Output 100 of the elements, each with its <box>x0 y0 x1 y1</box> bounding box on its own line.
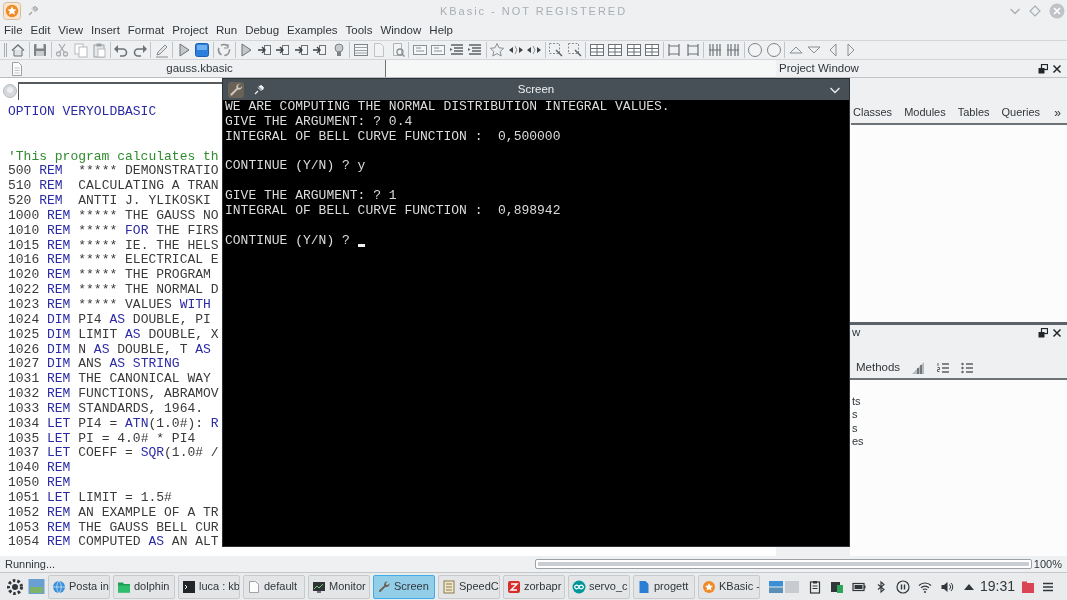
overlapping-squares-icon[interactable] <box>1038 63 1048 74</box>
task-button[interactable]: default <box>243 574 305 599</box>
menu-item[interactable]: Format <box>127 22 165 40</box>
task-button[interactable]: SpeedC <box>438 574 500 599</box>
form-icon[interactable] <box>430 42 447 58</box>
circle-icon[interactable] <box>765 42 782 58</box>
code-line: 1035 LET PI = 4.0# * PI4 <box>8 431 196 447</box>
wrench-icon[interactable] <box>228 81 244 98</box>
task-button[interactable]: servo_c <box>568 574 630 599</box>
table-icon[interactable] <box>607 42 624 58</box>
indent-icon[interactable] <box>467 42 484 58</box>
task-button[interactable]: Screen <box>373 574 435 599</box>
star-badge-icon[interactable] <box>3 2 21 20</box>
clipboard-icon[interactable] <box>808 579 822 594</box>
landscape-tile-icon[interactable] <box>28 578 45 595</box>
table-icon[interactable] <box>625 42 642 58</box>
tab[interactable]: Tables <box>955 102 992 123</box>
folder-icon[interactable] <box>1021 579 1036 594</box>
pencil-icon[interactable] <box>153 42 170 58</box>
list-item[interactable]: s <box>852 408 858 422</box>
spacing-icon[interactable] <box>706 42 723 58</box>
numbered-list-icon[interactable] <box>936 360 951 375</box>
window-icon[interactable] <box>352 42 369 58</box>
terminal-line: WE ARE COMPUTING THE NORMAL DISTRIBUTION INTEGRAL VALUES. <box>225 100 670 115</box>
bar-steps-icon[interactable] <box>911 360 926 375</box>
list-item[interactable]: s <box>852 421 858 435</box>
menu-item[interactable]: File <box>4 22 23 40</box>
document-tab[interactable]: gauss.kbasic <box>34 60 386 77</box>
menu-item[interactable]: Examples <box>287 22 338 40</box>
gear-icon[interactable] <box>5 576 25 597</box>
table-icon[interactable] <box>644 42 661 58</box>
close-icon[interactable] <box>1052 63 1062 74</box>
code-line: 1015 REM ***** IE. THE HELS <box>8 238 219 254</box>
close-icon[interactable] <box>1052 328 1062 338</box>
menu-item[interactable]: Run <box>216 22 238 40</box>
clock[interactable]: 19:31 <box>980 576 1016 597</box>
dock-title: Project Window <box>779 60 859 76</box>
pager-icon[interactable] <box>768 579 800 594</box>
star-icon[interactable] <box>489 42 506 58</box>
dashed-box-icon[interactable] <box>548 42 565 58</box>
arrow-into-box-icon[interactable] <box>312 42 329 58</box>
stop-icon[interactable] <box>194 42 211 58</box>
wifi-icon[interactable] <box>918 579 932 594</box>
task-button[interactable]: Posta in <box>48 574 110 599</box>
menu-item[interactable]: View <box>58 22 84 40</box>
menu-item[interactable]: Help <box>429 22 453 40</box>
code-line: 1051 LET LIMIT = 1.5# <box>8 490 172 506</box>
tab[interactable]: Classes <box>851 102 895 123</box>
house-icon[interactable] <box>10 42 27 58</box>
globe-icon <box>52 579 66 594</box>
task-button[interactable]: dolphin <box>113 574 175 599</box>
input-field[interactable] <box>18 82 222 100</box>
menu-item[interactable]: Edit <box>30 22 51 40</box>
toolbar-label[interactable]: Methods <box>856 358 901 377</box>
spacing-icon[interactable] <box>725 42 742 58</box>
code-line: 1026 DIM N AS DOUBLE, T AS <box>8 342 211 358</box>
clipboard-icon[interactable] <box>91 42 108 58</box>
floppy-icon[interactable] <box>32 42 49 58</box>
task-button[interactable]: progett <box>633 574 695 599</box>
menu-item[interactable]: Tools <box>345 22 373 40</box>
refresh-icon[interactable] <box>216 42 233 58</box>
task-button[interactable]: luca : kb <box>178 574 240 599</box>
volume-icon[interactable] <box>940 579 954 594</box>
code-line: 1023 REM ***** VALUES WITH <box>8 297 211 313</box>
alignment-icon[interactable] <box>684 42 701 58</box>
code-line: 1050 REM <box>8 476 71 491</box>
window-title: Screen <box>517 81 555 97</box>
table-icon[interactable] <box>588 42 605 58</box>
menu-item[interactable]: Insert <box>91 22 120 40</box>
redo-icon[interactable] <box>131 42 148 58</box>
arrow-into-box-icon[interactable] <box>275 42 292 58</box>
task-button[interactable]: zorbapr <box>503 574 565 599</box>
tab-scroll-arrows[interactable]: » <box>1054 103 1061 122</box>
menu-item[interactable]: Debug <box>245 22 280 40</box>
arrow-into-box-icon[interactable] <box>256 42 273 58</box>
overlapping-squares-icon[interactable] <box>1038 328 1048 338</box>
star-badge-icon <box>702 579 716 594</box>
device-icon[interactable] <box>830 579 844 594</box>
code-line: 1033 REM STANDARDS, 1964. <box>8 401 204 417</box>
menu-item[interactable]: Project <box>172 22 209 40</box>
arrow-into-box-icon[interactable] <box>293 42 310 58</box>
pin-icon[interactable] <box>253 83 265 96</box>
tab[interactable]: Modules <box>902 102 948 123</box>
dashed-box-icon[interactable] <box>566 42 583 58</box>
list-item[interactable]: es <box>852 434 864 449</box>
bullet-list-icon[interactable] <box>960 360 975 375</box>
page-icon[interactable] <box>11 61 23 76</box>
task-button[interactable]: KBasic - <box>698 574 760 599</box>
task-button[interactable]: Monitor <box>308 574 370 599</box>
circle-icon[interactable] <box>747 42 764 58</box>
indent-icon[interactable] <box>448 42 465 58</box>
form-icon[interactable] <box>411 42 428 58</box>
code-line: OPTION VERYOLDBASIC <box>8 105 157 120</box>
window-title: KBasic - NOT REGISTERED <box>439 3 628 19</box>
alignment-icon[interactable] <box>666 42 683 58</box>
list-item[interactable]: ts <box>852 395 861 409</box>
pause-icon[interactable] <box>896 579 910 594</box>
tab[interactable]: Queries <box>999 102 1043 123</box>
menu-item[interactable]: Window <box>380 22 422 40</box>
infinity-icon <box>572 579 586 594</box>
